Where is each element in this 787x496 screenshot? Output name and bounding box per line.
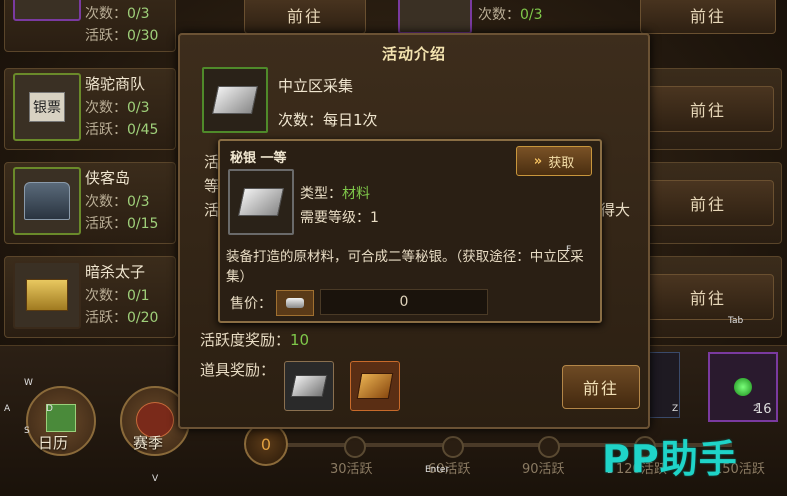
double-chevron-icon: » — [533, 153, 543, 169]
item-name: 秘银 一等 — [230, 151, 287, 166]
sell-label: 售价： — [230, 296, 272, 312]
row-count: 次数：0/3 — [85, 6, 150, 22]
exp-scroll-icon — [13, 0, 81, 21]
item-type: 类型：材料 — [300, 186, 370, 202]
go-button-assassinate[interactable]: 前往 — [642, 274, 774, 320]
milestone-label: 90活跃 — [522, 462, 565, 477]
go-button-island[interactable]: 前往 — [642, 180, 774, 226]
activity-row-panel: 次数：0/3 活跃：0/30 — [4, 0, 176, 52]
item-reward-label: 道具奖励： — [200, 361, 276, 379]
calendar-label: 日历 — [38, 434, 69, 452]
hidden-text: 活 — [204, 153, 220, 171]
reward-gold-wood-icon[interactable] — [350, 361, 400, 411]
item-description: 装备打造的原材料，可合成二等秘银。（获取途径：中立区采集） — [226, 249, 584, 285]
dialog-title: 活动介绍 — [381, 45, 446, 63]
exp-scroll-icon — [398, 0, 472, 34]
activity-row-panel: 侠客岛 次数：0/3 活跃：0/15 — [4, 162, 176, 244]
pp-assistant-watermark: PP助手 — [602, 437, 738, 481]
fetch-button-label: 获取 — [548, 155, 575, 171]
key-hint-w: W — [24, 378, 33, 388]
row-count: 次数：0/1 — [85, 288, 150, 304]
activity-name: 暗杀太子 — [85, 263, 146, 281]
key-hint-f: F — [566, 245, 572, 255]
row-count: 次数：0/3 — [85, 194, 150, 210]
key-hint-z: Z — [672, 404, 679, 414]
milestone-dot[interactable] — [538, 436, 560, 458]
key-hint-tab: Tab — [728, 316, 744, 326]
activity-name: 中立区采集 — [278, 77, 354, 95]
armor-chest-icon — [13, 167, 81, 235]
silver-coin-icon — [276, 290, 314, 316]
sell-price: 0 — [320, 289, 488, 315]
hidden-text: 得大 — [600, 201, 631, 219]
hidden-text: 等 — [204, 177, 220, 195]
key-hint-d: D — [46, 404, 53, 414]
activeness-reward: 活跃度奖励：10 — [200, 329, 309, 350]
row-count: 次数：0/3 — [85, 100, 150, 116]
tournament-label: 赛季 — [133, 434, 164, 452]
silver-note-label: 银票 — [29, 92, 65, 122]
activeness-label: 活跃度奖励： — [200, 331, 291, 349]
key-hint-s: S — [24, 426, 30, 436]
go-button-top-right[interactable]: 前往 — [640, 0, 776, 34]
count-text: 次数：每日1次 — [278, 111, 378, 129]
activity-name: 侠客岛 — [85, 169, 131, 187]
row-activeness: 活跃：0/20 — [85, 310, 159, 326]
silver-ingot-icon[interactable] — [202, 67, 268, 133]
fetch-button[interactable]: » 获取 — [516, 146, 592, 176]
silver-note-icon: 银票 — [13, 73, 81, 141]
key-hint-a: A — [4, 404, 11, 414]
activity-row-panel: 暗杀太子 次数：0/1 活跃：0/20 — [4, 256, 176, 338]
row-activeness: 活跃：0/45 — [85, 122, 159, 138]
milestone-dot[interactable] — [344, 436, 366, 458]
gold-ingot-icon — [13, 261, 81, 329]
hidden-text: 活 — [204, 201, 220, 219]
silver-ingot-icon — [228, 169, 294, 235]
milestone-dot[interactable] — [442, 436, 464, 458]
activity-name: 骆驼商队 — [85, 75, 146, 93]
jade-pendant-icon — [734, 378, 752, 396]
reward-silver-icon[interactable] — [284, 361, 334, 411]
row-activeness: 活跃：0/30 — [85, 28, 159, 44]
row-count-top: 次数：0/3 — [478, 7, 543, 23]
key-hint-v: V — [152, 474, 159, 484]
activeness-value: 10 — [290, 331, 310, 349]
key-hint-enter: Enter — [425, 465, 450, 475]
go-button-camel[interactable]: 前往 — [642, 86, 774, 132]
activity-row-panel: 银票 骆驼商队 次数：0/3 活跃：0/45 — [4, 68, 176, 150]
go-button[interactable]: 前往 — [562, 365, 640, 409]
go-button-top[interactable]: 前往 — [244, 0, 366, 34]
item-level: 需要等级：1 — [300, 210, 379, 226]
key-hint-2: 2 — [753, 404, 759, 414]
row-activeness: 活跃：0/15 — [85, 216, 159, 232]
item-tooltip: 秘银 一等 » 获取 类型：材料 需要等级：1 装备打造的原材料，可合成二等秘银… — [218, 139, 602, 323]
milestone-label: 30活跃 — [330, 462, 373, 477]
